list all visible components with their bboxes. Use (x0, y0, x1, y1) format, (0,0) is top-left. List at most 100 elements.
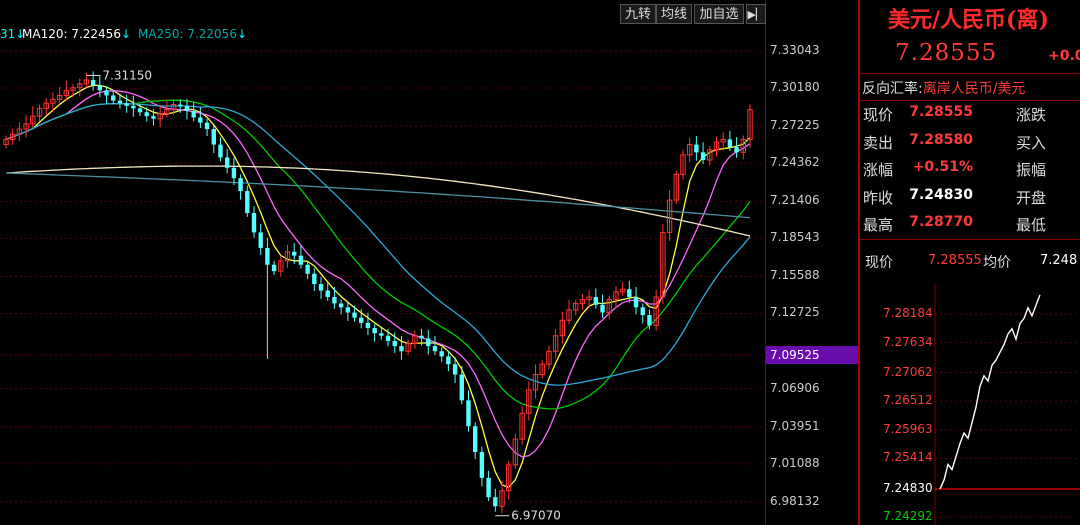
candle-down (399, 346, 404, 352)
quote-row: 现价 7.28555 涨跌 (863, 104, 1080, 126)
quote-row: 卖出 7.28580 买入 (863, 132, 1080, 154)
candle-down (633, 297, 639, 308)
candle-down (265, 247, 270, 265)
candle-down (231, 167, 237, 179)
candle-down (90, 79, 96, 86)
candle-down (258, 232, 263, 248)
quote-row-label: 涨幅 (863, 161, 894, 179)
candle-down (318, 284, 324, 291)
candle-down (627, 289, 632, 298)
instrument-title: 美元/人民币(离) (888, 7, 1049, 33)
reverse-rate[interactable]: 反向汇率:离岸人民币/美元 (862, 78, 1025, 98)
candle-down (184, 105, 190, 111)
candle-down (305, 264, 310, 274)
candle-down (452, 364, 458, 375)
candle-down (111, 95, 116, 101)
price-axis-label: 7.21406 (770, 193, 820, 208)
intraday-price-label: 现价 (865, 255, 893, 271)
quote-row: 昨收 7.24830 开盘 (863, 187, 1080, 209)
ma120-legend: MA120: 7.22456↓ (22, 27, 132, 41)
candle-down (271, 264, 277, 272)
price-grid (0, 50, 765, 503)
price-axis-label: 7.27225 (770, 118, 820, 133)
intraday-avg-value: 7.248 (1040, 253, 1078, 268)
quote-row-label2: 买入 (1016, 133, 1047, 152)
candle-down (426, 338, 431, 347)
price-axis-label: 7.01088 (770, 455, 820, 470)
candle-down (640, 307, 645, 316)
candle-down (191, 110, 196, 118)
price-axis-label: 7.12725 (770, 305, 820, 320)
ma30-line (5, 103, 751, 386)
candle-down (325, 290, 330, 298)
quote-row-label2: 振幅 (1016, 161, 1047, 179)
intraday-axis-label: 7.24292 (883, 509, 933, 523)
price-axis-label: 7.09525 (766, 345, 858, 364)
ma120-line (5, 165, 751, 237)
price-axis-label: 7.33043 (770, 43, 820, 57)
add-watchlist-button[interactable]: 加自选 (694, 4, 744, 24)
candle-down (224, 157, 230, 168)
candle-down (419, 335, 424, 339)
candle-down (251, 213, 257, 233)
candle-down (392, 340, 397, 347)
ma20-line (5, 99, 751, 410)
candle-down (178, 104, 183, 106)
intraday-axis-label: 7.24830 (883, 480, 933, 495)
candle-down (379, 333, 384, 336)
quote-panel-left-border (858, 0, 860, 525)
candle-down (359, 317, 364, 323)
quote-divider-3 (860, 239, 1080, 240)
price-axis-label: 6.98132 (770, 494, 820, 508)
quote-row-label: 现价 (863, 106, 894, 124)
candle-down (647, 315, 652, 326)
intraday-axis-label: 7.27634 (883, 334, 933, 349)
reverse-rate-label: 反向汇率: (862, 81, 923, 97)
candle-down (238, 178, 243, 192)
quote-row-value: +0.51% (912, 159, 973, 175)
quote-divider-2 (860, 100, 1080, 101)
candle-down (600, 304, 605, 313)
quote-row: 最高 7.28770 最低 (863, 214, 1080, 236)
reverse-rate-link[interactable]: 离岸人民币/美元 (923, 81, 1026, 97)
intraday-axis-label: 7.25963 (883, 421, 933, 436)
candle-down (117, 100, 123, 104)
candle-down (459, 374, 464, 401)
candle-down (198, 117, 203, 123)
candle-down (432, 346, 438, 352)
quote-row-label: 最高 (863, 216, 894, 234)
quote-row-label2: 最低 (1016, 216, 1047, 234)
candle-down (211, 129, 216, 145)
high-marker-label: 7.31150 (102, 68, 152, 82)
right-collapse-icon[interactable]: ▶▏ (746, 4, 766, 24)
candle-down (472, 426, 478, 453)
candle-down (151, 116, 156, 119)
candle-down (493, 497, 498, 507)
quote-row-value: 7.24830 (909, 186, 973, 203)
candle-down (131, 105, 136, 109)
candle-down (245, 191, 250, 214)
candle-down (439, 351, 444, 357)
ma5-line (5, 84, 751, 489)
candle-down (352, 312, 357, 318)
intraday-axis-label: 7.28184 (883, 306, 933, 320)
low-marker-label: 6.97070 (511, 509, 561, 523)
ma250-legend: MA250: 7.22056↓ (138, 27, 248, 41)
candle-down (372, 328, 377, 334)
candle-down (104, 90, 109, 96)
price-axis-label: 7.06906 (770, 380, 820, 395)
quote-row-label: 昨收 (863, 188, 894, 207)
quote-row-label2: 涨跌 (1016, 106, 1047, 124)
intraday-avg-label: 均价 (983, 255, 1011, 271)
price-axis-label: 7.18543 (770, 230, 820, 245)
candle-down (292, 251, 297, 256)
candle-down (727, 139, 733, 148)
quote-row-value: 7.28770 (909, 214, 973, 230)
ma10-line (5, 90, 751, 458)
candle-down (700, 152, 706, 161)
ma-button[interactable]: 均线 (656, 4, 692, 24)
price-axis-label: 7.24362 (770, 155, 820, 170)
candle-down (486, 477, 491, 498)
candle-down (332, 297, 337, 304)
nine-turn-button[interactable]: 九转 (620, 4, 656, 24)
